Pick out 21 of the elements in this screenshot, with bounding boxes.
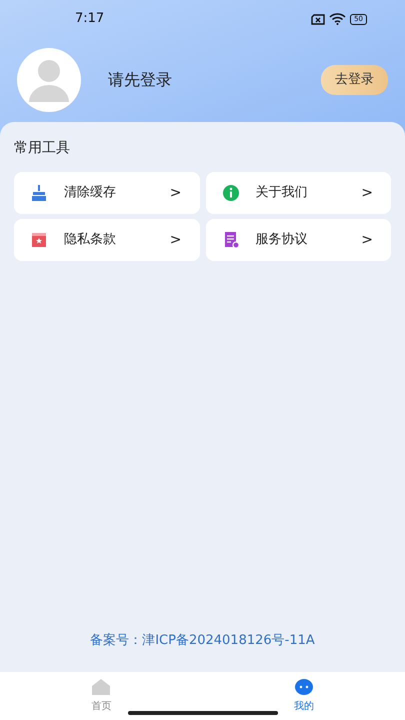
sim-icon (311, 14, 326, 24)
section-title: 常用工具 (14, 139, 71, 158)
info-icon (222, 184, 240, 202)
tool-item[interactable]: 关于我们 > (206, 172, 391, 214)
login-prompt: 请先登录 (108, 69, 173, 91)
home-icon (91, 678, 112, 696)
tab[interactable]: 我的 (202, 672, 405, 720)
tool-item[interactable]: 清除缓存 > (14, 172, 200, 214)
chat-bubble-icon (294, 678, 314, 696)
status-time: 7:17 (75, 10, 104, 28)
user-silhouette-icon (29, 58, 69, 102)
tab[interactable]: 首页 (0, 672, 202, 720)
icp-record-text: 备案号：津ICP备2024018126号-11A (89, 632, 316, 650)
chevron-icon: > (361, 230, 373, 250)
wifi-icon (329, 13, 346, 25)
login-button[interactable]: 去登录 (321, 65, 388, 95)
chevron-icon: > (170, 230, 182, 250)
tool-item[interactable]: 隐私条款 > (14, 219, 200, 261)
tool-item[interactable]: 服务协议 > (206, 219, 391, 261)
chevron-icon: > (361, 182, 373, 204)
chevron-icon: > (170, 182, 182, 204)
